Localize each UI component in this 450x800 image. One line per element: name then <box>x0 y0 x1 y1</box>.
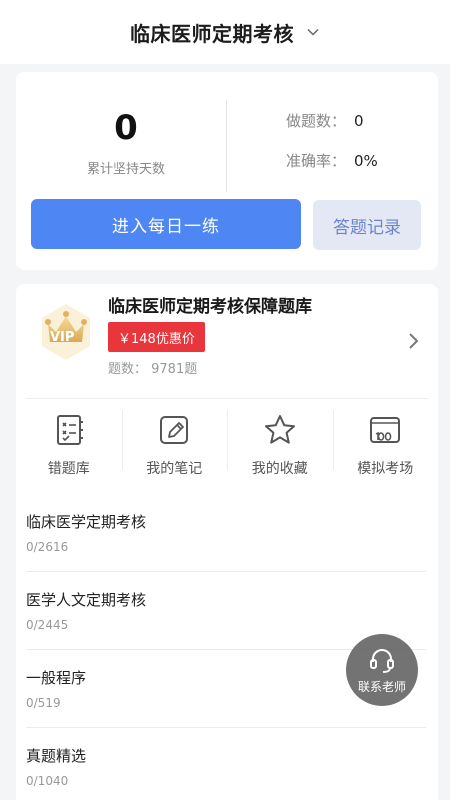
star-icon <box>264 415 295 444</box>
headset-icon <box>370 648 394 673</box>
tool-grid: 错题库 我的笔记 我的收藏 模拟考场 <box>16 400 438 482</box>
tool-label: 我的笔记 <box>146 461 203 477</box>
wrong-book-icon <box>56 415 83 445</box>
streak-stat: 0 累计坚持天数 <box>56 108 196 177</box>
accuracy-value: 0% <box>354 152 378 170</box>
discount-price-badge: ￥148优惠价 <box>108 322 205 352</box>
tool-label: 我的收藏 <box>251 461 308 477</box>
chevron-down-icon[interactable] <box>306 25 320 39</box>
contact-teacher-button[interactable]: 联系老师 <box>346 634 418 706</box>
tool-label: 错题库 <box>47 461 90 477</box>
exam-100-icon <box>370 417 401 443</box>
chapter-name: 医学人文定期考核 <box>26 591 147 609</box>
tool-my-favorites[interactable]: 我的收藏 <box>227 400 333 482</box>
chapter-progress: 0/1040 <box>26 774 69 788</box>
note-icon <box>160 416 189 444</box>
app-header: 临床医师定期考核 <box>0 0 450 64</box>
list-item[interactable]: 临床医学定期考核 0/2616 <box>26 494 426 572</box>
vip-badge-text: VIP <box>50 330 75 345</box>
question-bank-card: VIP 临床医师定期考核保障题库 ￥148优惠价 题数： 9781题 错题库 我… <box>16 284 438 800</box>
list-item[interactable]: 真题精选 0/1040 <box>26 728 426 800</box>
streak-days-label: 累计坚持天数 <box>86 162 165 177</box>
tool-label: 模拟考场 <box>357 461 414 477</box>
questions-done-label: 做题数： <box>286 112 347 130</box>
streak-days-value: 0 <box>114 108 138 148</box>
tool-mock-exam[interactable]: 模拟考场 <box>332 400 439 482</box>
question-bank-title[interactable]: 临床医师定期考核保障题库 <box>108 292 312 317</box>
chapter-name: 临床医学定期考核 <box>26 513 147 531</box>
questions-done-stat: 做题数： 0 <box>286 110 364 131</box>
page-title[interactable]: 临床医师定期考核 <box>130 18 294 47</box>
chevron-right-icon[interactable] <box>406 332 420 350</box>
chapter-progress: 0/2445 <box>26 618 69 632</box>
answer-record-button[interactable]: 答题记录 <box>313 200 421 250</box>
stats-card: 0 累计坚持天数 做题数： 0 准确率： 0% 进入每日一练 答题记录 <box>16 72 438 270</box>
stats-divider <box>226 100 227 192</box>
chapter-progress: 0/2616 <box>26 540 69 554</box>
chapter-progress: 0/519 <box>26 696 61 710</box>
tool-wrong-questions[interactable]: 错题库 <box>16 400 122 482</box>
daily-practice-button[interactable]: 进入每日一练 <box>31 199 301 249</box>
tool-my-notes[interactable]: 我的笔记 <box>121 400 228 482</box>
questions-done-value: 0 <box>354 112 364 130</box>
chapter-name: 真题精选 <box>26 747 87 765</box>
tools-divider <box>26 398 428 399</box>
contact-teacher-label: 联系老师 <box>357 679 406 694</box>
chapter-name: 一般程序 <box>26 669 87 687</box>
question-count: 题数： 9781题 <box>108 362 198 377</box>
accuracy-stat: 准确率： 0% <box>286 150 378 171</box>
accuracy-label: 准确率： <box>286 152 347 170</box>
